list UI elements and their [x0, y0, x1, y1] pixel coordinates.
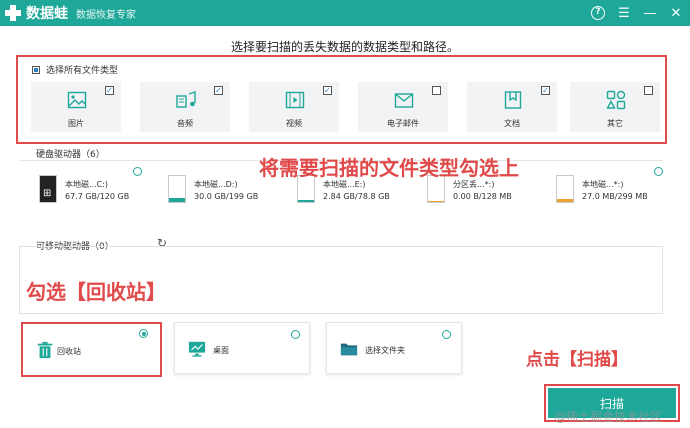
app-subtitle: 数据恢复专家	[76, 9, 136, 21]
type-card-image[interactable]: 图片 ✓	[31, 82, 121, 132]
drive-name: 本地磁...*:)	[582, 180, 624, 189]
type-checkbox-document[interactable]: ✓	[541, 86, 550, 95]
video-icon	[285, 91, 305, 109]
drive-unnamed-radio[interactable]	[654, 167, 663, 176]
app-name: 数据蛙	[26, 6, 68, 22]
email-icon	[394, 93, 414, 108]
location-select-folder[interactable]: 选择文件夹	[326, 322, 462, 374]
desktop-radio[interactable]	[291, 330, 300, 339]
annotation-select-types: 将需要扫描的文件类型勾选上	[259, 156, 519, 180]
file-type-panel: 选择所有文件类型 图片 ✓ 音频 ✓ 视频 ✓ 电子邮件 文档 ✓ 其它	[16, 55, 667, 144]
watermark: @稀土掘金技术社区	[554, 410, 663, 424]
type-checkbox-image[interactable]: ✓	[105, 86, 114, 95]
drive-size: 30.0 GB/199 GB	[194, 192, 259, 201]
type-checkbox-email[interactable]	[432, 86, 441, 95]
location-label: 选择文件夹	[365, 346, 405, 355]
close-icon: ✕	[670, 5, 682, 21]
type-label-email: 电子邮件	[387, 119, 419, 128]
recycle-bin-radio[interactable]	[139, 329, 148, 338]
windows-drive-icon	[39, 175, 57, 203]
page-headline: 选择要扫描的丢失数据的数据类型和路径。	[230, 40, 459, 54]
drive-icon	[556, 175, 574, 203]
folder-icon	[340, 343, 358, 356]
type-checkbox-video[interactable]: ✓	[323, 86, 332, 95]
select-all-label: 选择所有文件类型	[46, 66, 119, 76]
type-checkbox-audio[interactable]: ✓	[214, 86, 223, 95]
annotation-scan: 点击【扫描】	[526, 350, 628, 370]
type-label-document: 文档	[504, 119, 520, 128]
hdd-section-title: 硬盘驱动器（6）	[36, 150, 105, 160]
type-label-image: 图片	[68, 119, 84, 128]
logo-cross-icon	[4, 4, 22, 22]
drive-size: 27.0 MB/299 MB	[582, 192, 648, 201]
drive-size: 0.00 B/128 MB	[453, 192, 512, 201]
select-folder-radio[interactable]	[442, 330, 451, 339]
select-all-types[interactable]: 选择所有文件类型	[32, 63, 118, 76]
title-bar: 数据蛙 数据恢复专家 ? ☰ — ✕	[0, 0, 690, 26]
type-card-audio[interactable]: 音频 ✓	[140, 82, 230, 132]
location-label: 桌面	[213, 346, 229, 355]
select-all-checkbox[interactable]	[32, 65, 40, 74]
drive-name: 本地磁...C:)	[65, 180, 109, 189]
minimize-icon: —	[643, 5, 657, 21]
image-icon	[67, 91, 87, 109]
other-icon	[606, 90, 626, 110]
annotation-recycle-bin: 勾选【回收站】	[26, 280, 166, 304]
minimize-button[interactable]: —	[640, 3, 660, 23]
type-card-document[interactable]: 文档 ✓	[467, 82, 557, 132]
type-label-audio: 音频	[177, 119, 193, 128]
location-recycle-bin[interactable]: 回收站	[21, 322, 162, 377]
drive-size: 2.84 GB/78.8 GB	[323, 192, 390, 201]
type-label-video: 视频	[286, 119, 302, 128]
location-label: 回收站	[57, 347, 81, 356]
help-button[interactable]: ?	[588, 3, 608, 23]
type-label-other: 其它	[607, 119, 623, 128]
drive-size: 67.7 GB/120 GB	[65, 192, 130, 201]
type-checkbox-other[interactable]	[644, 86, 653, 95]
location-desktop[interactable]: 桌面	[174, 322, 310, 374]
drive-c-radio[interactable]	[133, 167, 142, 176]
close-button[interactable]: ✕	[666, 3, 686, 23]
music-icon	[176, 91, 196, 108]
type-card-other[interactable]: 其它	[570, 82, 660, 132]
drive-icon	[168, 175, 186, 203]
document-icon	[504, 91, 522, 109]
app-logo: 数据蛙 数据恢复专家	[4, 3, 136, 23]
menu-icon: ☰	[618, 5, 630, 21]
drive-name: 本地磁...D:)	[194, 180, 238, 189]
menu-button[interactable]: ☰	[614, 3, 634, 23]
type-card-email[interactable]: 电子邮件	[358, 82, 448, 132]
help-icon: ?	[591, 6, 605, 20]
trash-icon	[37, 341, 53, 359]
type-card-video[interactable]: 视频 ✓	[249, 82, 339, 132]
desktop-icon	[188, 341, 206, 357]
